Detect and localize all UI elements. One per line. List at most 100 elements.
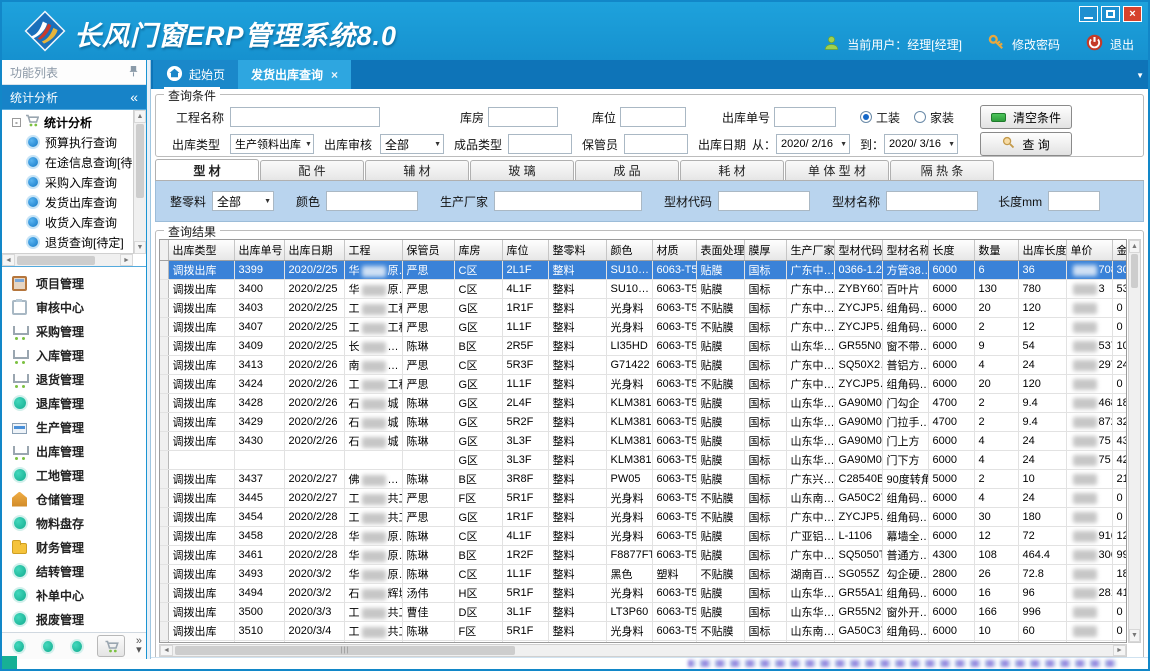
minimize-button[interactable] <box>1079 6 1098 22</box>
sidebar-item[interactable]: 补单中心 <box>2 583 146 607</box>
table-row[interactable]: 调拨出库34302020/2/26石城陈琳G区3L3F整料KLM38176063… <box>160 432 1127 451</box>
sidebar-item[interactable]: 退库管理 <box>2 391 146 415</box>
tree-vertical-scrollbar[interactable]: ▲ ▼ <box>133 110 146 254</box>
column-header[interactable]: 金 <box>1112 240 1127 261</box>
material-tab[interactable]: 耗 材 <box>680 160 784 180</box>
table-row[interactable]: G区3L3F整料KLM38176063-T5贴膜国标山东华…GA90M09…门下… <box>160 451 1127 470</box>
sidebar-item[interactable]: 审核中心 <box>2 295 146 319</box>
column-header[interactable]: 型材代码 <box>834 240 882 261</box>
scroll-right-icon[interactable]: ► <box>120 254 133 266</box>
whole-part-select[interactable]: 全部▼ <box>212 191 274 211</box>
column-header[interactable]: 整零料 <box>548 240 606 261</box>
out-type-select[interactable]: 生产领料出库▼ <box>230 134 314 154</box>
column-header[interactable]: 库房 <box>454 240 502 261</box>
date-to-select[interactable]: 2020/ 3/16▼ <box>884 134 958 154</box>
results-vscroll-thumb[interactable] <box>1131 254 1138 288</box>
location-input[interactable] <box>620 107 686 127</box>
sidebar-item[interactable]: 出库管理 <box>2 439 146 463</box>
results-vertical-scrollbar[interactable]: ▲ ▼ <box>1128 239 1141 643</box>
column-header[interactable]: 库位 <box>502 240 548 261</box>
sidebar-item[interactable]: 报废管理 <box>2 607 146 631</box>
stats-panel-header[interactable]: 统计分析 « <box>2 85 146 109</box>
column-header[interactable]: 生产厂家 <box>786 240 834 261</box>
table-row[interactable]: 调拨出库33992020/2/25华原…严思C区2L1F整料SU10…6063-… <box>160 261 1127 280</box>
table-row[interactable]: 调拨出库34282020/2/26石城陈琳G区2L4F整料KLM38176063… <box>160 394 1127 413</box>
table-row[interactable]: 调拨出库34292020/2/26石城陈琳G区5R2F整料KLM38176063… <box>160 413 1127 432</box>
footer-dot-icon[interactable] <box>14 641 24 652</box>
table-row[interactable]: 调拨出库34932020/3/2华原…陈琳C区1L1F整料黑色塑料不贴膜国标湖南… <box>160 565 1127 584</box>
column-header[interactable]: 数量 <box>974 240 1018 261</box>
tree-item[interactable]: 采购入库查询 <box>2 172 146 192</box>
tab-shipment-query[interactable]: 发货出库查询 × <box>238 60 351 89</box>
radio-jiazhuang[interactable] <box>914 111 926 123</box>
column-header[interactable]: 单价 <box>1066 240 1112 261</box>
footer-overflow-button[interactable]: »▾ <box>136 637 142 655</box>
radio-gongzhuang[interactable] <box>860 111 872 123</box>
tree-horizontal-scrollbar[interactable]: ◄ ► <box>2 253 133 266</box>
sidebar-item[interactable]: 退货管理 <box>2 367 146 391</box>
sidebar-item[interactable]: 物料盘存 <box>2 511 146 535</box>
material-tab[interactable]: 辅 材 <box>365 160 469 180</box>
tree-item[interactable]: 发货出库查询 <box>2 192 146 212</box>
manufacturer-input[interactable] <box>494 191 642 211</box>
tree-item[interactable]: 预算执行查询 <box>2 132 146 152</box>
column-header[interactable]: 型材名称 <box>882 240 928 261</box>
column-header[interactable]: 长度 <box>928 240 974 261</box>
table-row[interactable]: 调拨出库34092020/2/25长…陈琳B区2R5F整料LI35HD6063-… <box>160 337 1127 356</box>
sidebar-item[interactable]: 项目管理 <box>2 271 146 295</box>
table-row[interactable]: 调拨出库34002020/2/25华原…严思C区4L1F整料SU10…6063-… <box>160 280 1127 299</box>
table-row[interactable]: 调拨出库34582020/2/28华原…陈琳C区4L1F整料光身料6063-T5… <box>160 527 1127 546</box>
sidebar-item[interactable]: 财务管理 <box>2 535 146 559</box>
scroll-left-icon[interactable]: ◄ <box>160 645 173 656</box>
tree-scroll-thumb[interactable] <box>136 124 144 198</box>
table-row[interactable]: 调拨出库35122020/3/4工共工程陈琳F区1L2F整料光身料6063-T5… <box>160 641 1127 644</box>
close-button[interactable]: × <box>1123 6 1142 22</box>
project-name-input[interactable] <box>230 107 380 127</box>
tree-item[interactable]: 退货查询[待定] <box>2 232 146 252</box>
column-header[interactable]: 出库日期 <box>284 240 344 261</box>
table-row[interactable]: 调拨出库34132020/2/26南…严思C区5R3F整料G714226063-… <box>160 356 1127 375</box>
table-row[interactable]: 调拨出库34452020/2/27工共工程严思F区5R1F整料光身料6063-T… <box>160 489 1127 508</box>
table-row[interactable]: 调拨出库35002020/3/3工共工程曹佳D区3L1F整料LT3P606063… <box>160 603 1127 622</box>
column-header[interactable]: 膜厚 <box>744 240 786 261</box>
collapse-icon[interactable]: « <box>130 89 138 105</box>
material-tab[interactable]: 成 品 <box>575 160 679 180</box>
material-tab[interactable]: 单 体 型 材 <box>785 160 889 180</box>
sidebar-item[interactable]: 采购管理 <box>2 319 146 343</box>
tree-expander-icon[interactable]: - <box>12 118 21 127</box>
column-header[interactable]: 颜色 <box>606 240 652 261</box>
material-tab[interactable]: 隔 热 条 <box>890 160 994 180</box>
table-row[interactable]: 调拨出库35102020/3/4工共工程陈琳F区5R1F整料光身料6063-T5… <box>160 622 1127 641</box>
table-row[interactable]: 调拨出库34542020/2/28工共工程严思G区1R1F整料光身料6063-T… <box>160 508 1127 527</box>
scroll-down-icon[interactable]: ▼ <box>134 241 146 254</box>
footer-dot-icon[interactable] <box>72 641 82 652</box>
pin-icon[interactable] <box>129 65 138 80</box>
product-type-input[interactable] <box>508 134 572 154</box>
date-from-select[interactable]: 2020/ 2/16▼ <box>776 134 850 154</box>
results-horizontal-scrollbar[interactable]: ◄ ||| ► <box>159 644 1127 657</box>
column-header[interactable]: 出库长度 <box>1018 240 1066 261</box>
footer-dot-icon[interactable] <box>43 641 53 652</box>
column-header[interactable]: 保管员 <box>402 240 454 261</box>
search-button[interactable]: 查 询 <box>980 132 1072 156</box>
keeper-input[interactable] <box>624 134 688 154</box>
clear-conditions-button[interactable]: 清空条件 <box>980 105 1072 129</box>
scroll-right-icon[interactable]: ► <box>1113 645 1126 656</box>
footer-cart-button[interactable] <box>97 635 125 657</box>
logout-link[interactable]: 退出 <box>1110 36 1134 53</box>
profile-name-input[interactable] <box>886 191 978 211</box>
table-row[interactable]: 调拨出库34942020/3/2石辉城汤伟H区5R1F整料光身料6063-T5贴… <box>160 584 1127 603</box>
tree-root[interactable]: - 统计分析 <box>2 112 146 132</box>
table-row[interactable]: 调拨出库34372020/2/27佛…陈琳B区3R8F整料PW056063-T5… <box>160 470 1127 489</box>
tab-close-icon[interactable]: × <box>331 68 338 82</box>
tree-hscroll-thumb[interactable] <box>17 256 95 265</box>
table-row[interactable]: 调拨出库34072020/2/25工工程严思G区1L1F整料光身料6063-T5… <box>160 318 1127 337</box>
sidebar-item[interactable]: 结转管理 <box>2 559 146 583</box>
results-hscroll-thumb[interactable]: ||| <box>175 646 515 655</box>
material-tab[interactable]: 配 件 <box>260 160 364 180</box>
material-tab[interactable]: 玻 璃 <box>470 160 574 180</box>
scroll-down-icon[interactable]: ▼ <box>1129 629 1140 642</box>
profile-code-input[interactable] <box>718 191 810 211</box>
tab-home[interactable]: 起始页 <box>153 60 238 89</box>
tab-list-dropdown-icon[interactable]: ▼ <box>1136 71 1144 80</box>
